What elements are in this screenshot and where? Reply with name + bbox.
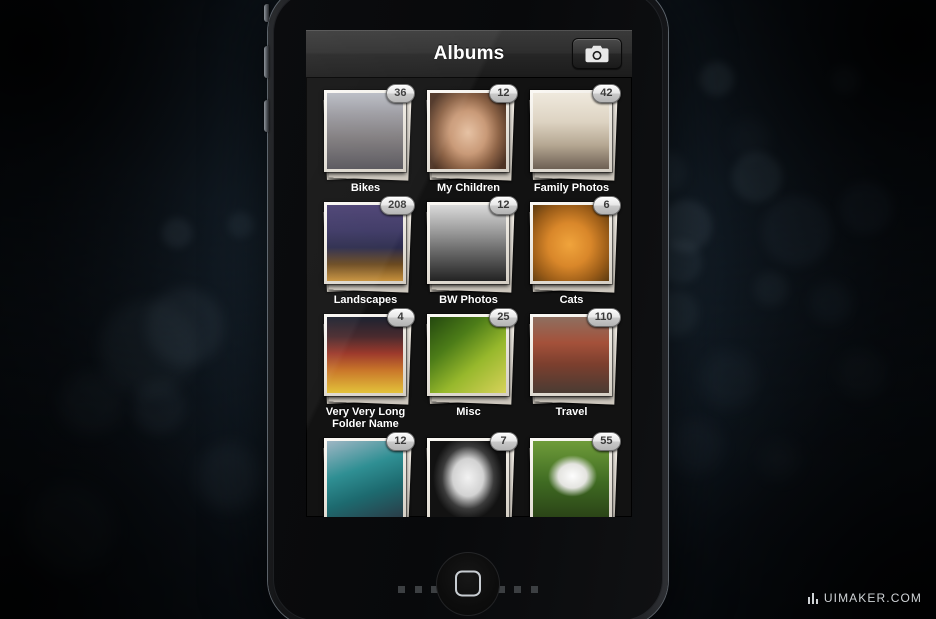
album-title: Cats bbox=[559, 294, 584, 306]
bokeh-circle bbox=[810, 282, 852, 324]
home-button[interactable] bbox=[436, 552, 500, 616]
uimaker-logo-icon bbox=[807, 592, 818, 604]
album-cover-photo bbox=[429, 93, 506, 169]
bokeh-circle bbox=[668, 420, 722, 474]
album-title: My Children bbox=[437, 182, 500, 194]
album-title: Misc bbox=[456, 406, 481, 418]
album-thumbnail[interactable]: 55 bbox=[528, 432, 621, 517]
bokeh-circle bbox=[762, 196, 832, 266]
bokeh-circle bbox=[838, 350, 886, 398]
page-dot[interactable] bbox=[414, 586, 422, 593]
bokeh-circle bbox=[700, 62, 734, 96]
photo-count-badge: 208 bbox=[380, 196, 415, 215]
album-cover-photo bbox=[326, 205, 403, 281]
bokeh-circle bbox=[760, 440, 800, 480]
album-thumbnail[interactable]: 4 bbox=[322, 308, 415, 405]
album-cover-photo bbox=[326, 441, 403, 517]
album-title: Family Photos bbox=[533, 182, 610, 194]
album-title: Bikes bbox=[350, 182, 381, 194]
album-thumbnail[interactable]: 12 bbox=[425, 196, 518, 293]
album-thumbnail[interactable]: 42 bbox=[528, 84, 621, 181]
photo-count-badge: 6 bbox=[592, 196, 621, 215]
bokeh-circle bbox=[228, 212, 254, 238]
bokeh-circle bbox=[732, 152, 782, 202]
album-cover-photo bbox=[532, 205, 609, 281]
watermark-text: UIMAKER.COM bbox=[823, 591, 922, 605]
album-title: Landscapes bbox=[333, 294, 398, 306]
album-cover-photo bbox=[532, 441, 609, 517]
album-item[interactable]: 4 Very Very Long Folder Name bbox=[314, 308, 417, 430]
navigation-bar: Albums bbox=[306, 30, 632, 78]
bokeh-circle bbox=[24, 486, 112, 574]
photo-count-badge: 110 bbox=[586, 308, 621, 327]
album-cover-photo bbox=[429, 317, 506, 393]
album-item[interactable]: 42 Family Photos bbox=[520, 84, 623, 194]
album-title: Travel bbox=[555, 406, 588, 418]
album-item[interactable]: 7 bbox=[417, 432, 520, 517]
silent-switch[interactable] bbox=[264, 4, 269, 22]
volume-up-button[interactable] bbox=[264, 46, 269, 78]
album-item[interactable]: 6 Cats bbox=[520, 196, 623, 306]
album-thumbnail[interactable]: 25 bbox=[425, 308, 518, 405]
album-thumbnail[interactable]: 208 bbox=[322, 196, 415, 293]
photo-count-badge: 4 bbox=[386, 308, 415, 327]
bokeh-circle bbox=[700, 350, 758, 408]
album-thumbnail[interactable]: 12 bbox=[425, 84, 518, 181]
watermark: UIMAKER.COM bbox=[807, 591, 922, 605]
album-item[interactable]: 12 bbox=[314, 432, 417, 517]
camera-button[interactable] bbox=[572, 38, 622, 69]
home-square-icon bbox=[455, 570, 481, 597]
bokeh-circle bbox=[60, 372, 122, 434]
bokeh-circle bbox=[146, 288, 224, 366]
volume-down-button[interactable] bbox=[264, 100, 269, 132]
album-item[interactable]: 25 Misc bbox=[417, 308, 520, 430]
page-dot[interactable] bbox=[398, 586, 405, 593]
album-title: BW Photos bbox=[439, 294, 498, 306]
album-item[interactable]: 36 Bikes bbox=[314, 84, 417, 194]
photo-count-badge: 42 bbox=[592, 84, 621, 103]
bokeh-circle bbox=[133, 382, 185, 434]
album-grid: 36 Bikes 12 My Children 42 Family Photos 208 La… bbox=[306, 78, 632, 517]
page-title: Albums bbox=[433, 42, 505, 64]
album-item[interactable]: 12 BW Photos bbox=[417, 196, 520, 306]
bokeh-circle bbox=[754, 272, 788, 306]
phone-screen: Albums 36 Bikes 12 My Children 42 Family Phot… bbox=[306, 30, 632, 517]
bokeh-circle bbox=[162, 218, 192, 248]
album-item[interactable]: 55 bbox=[520, 432, 623, 517]
album-cover-photo bbox=[532, 317, 609, 393]
bokeh-circle bbox=[196, 444, 262, 510]
page-dot[interactable] bbox=[531, 586, 538, 593]
album-item[interactable]: 110 Travel bbox=[520, 308, 623, 430]
album-thumbnail[interactable]: 7 bbox=[425, 432, 518, 517]
photo-count-badge: 25 bbox=[489, 308, 518, 327]
album-thumbnail[interactable]: 12 bbox=[322, 432, 415, 517]
album-title: Very Very Long Folder Name bbox=[325, 406, 406, 430]
album-cover-photo bbox=[326, 317, 403, 393]
photo-count-badge: 12 bbox=[489, 196, 518, 215]
photo-count-badge: 12 bbox=[386, 432, 415, 451]
bokeh-circle bbox=[840, 182, 892, 234]
bokeh-circle bbox=[730, 118, 770, 158]
album-thumbnail[interactable]: 36 bbox=[322, 84, 415, 181]
album-thumbnail[interactable]: 110 bbox=[528, 308, 621, 405]
album-cover-photo bbox=[429, 441, 506, 517]
photo-count-badge: 12 bbox=[489, 84, 518, 103]
bokeh-circle bbox=[832, 66, 860, 94]
album-cover-photo bbox=[429, 205, 506, 281]
photo-count-badge: 36 bbox=[386, 84, 415, 103]
photo-count-badge: 7 bbox=[489, 432, 518, 451]
album-cover-photo bbox=[326, 93, 403, 169]
photo-count-badge: 55 bbox=[592, 432, 621, 451]
album-cover-photo bbox=[532, 93, 609, 169]
camera-icon bbox=[585, 45, 609, 62]
album-thumbnail[interactable]: 6 bbox=[528, 196, 621, 293]
page-dot[interactable] bbox=[514, 586, 522, 593]
album-item[interactable]: 12 My Children bbox=[417, 84, 520, 194]
album-item[interactable]: 208 Landscapes bbox=[314, 196, 417, 306]
bokeh-circle bbox=[100, 300, 196, 396]
